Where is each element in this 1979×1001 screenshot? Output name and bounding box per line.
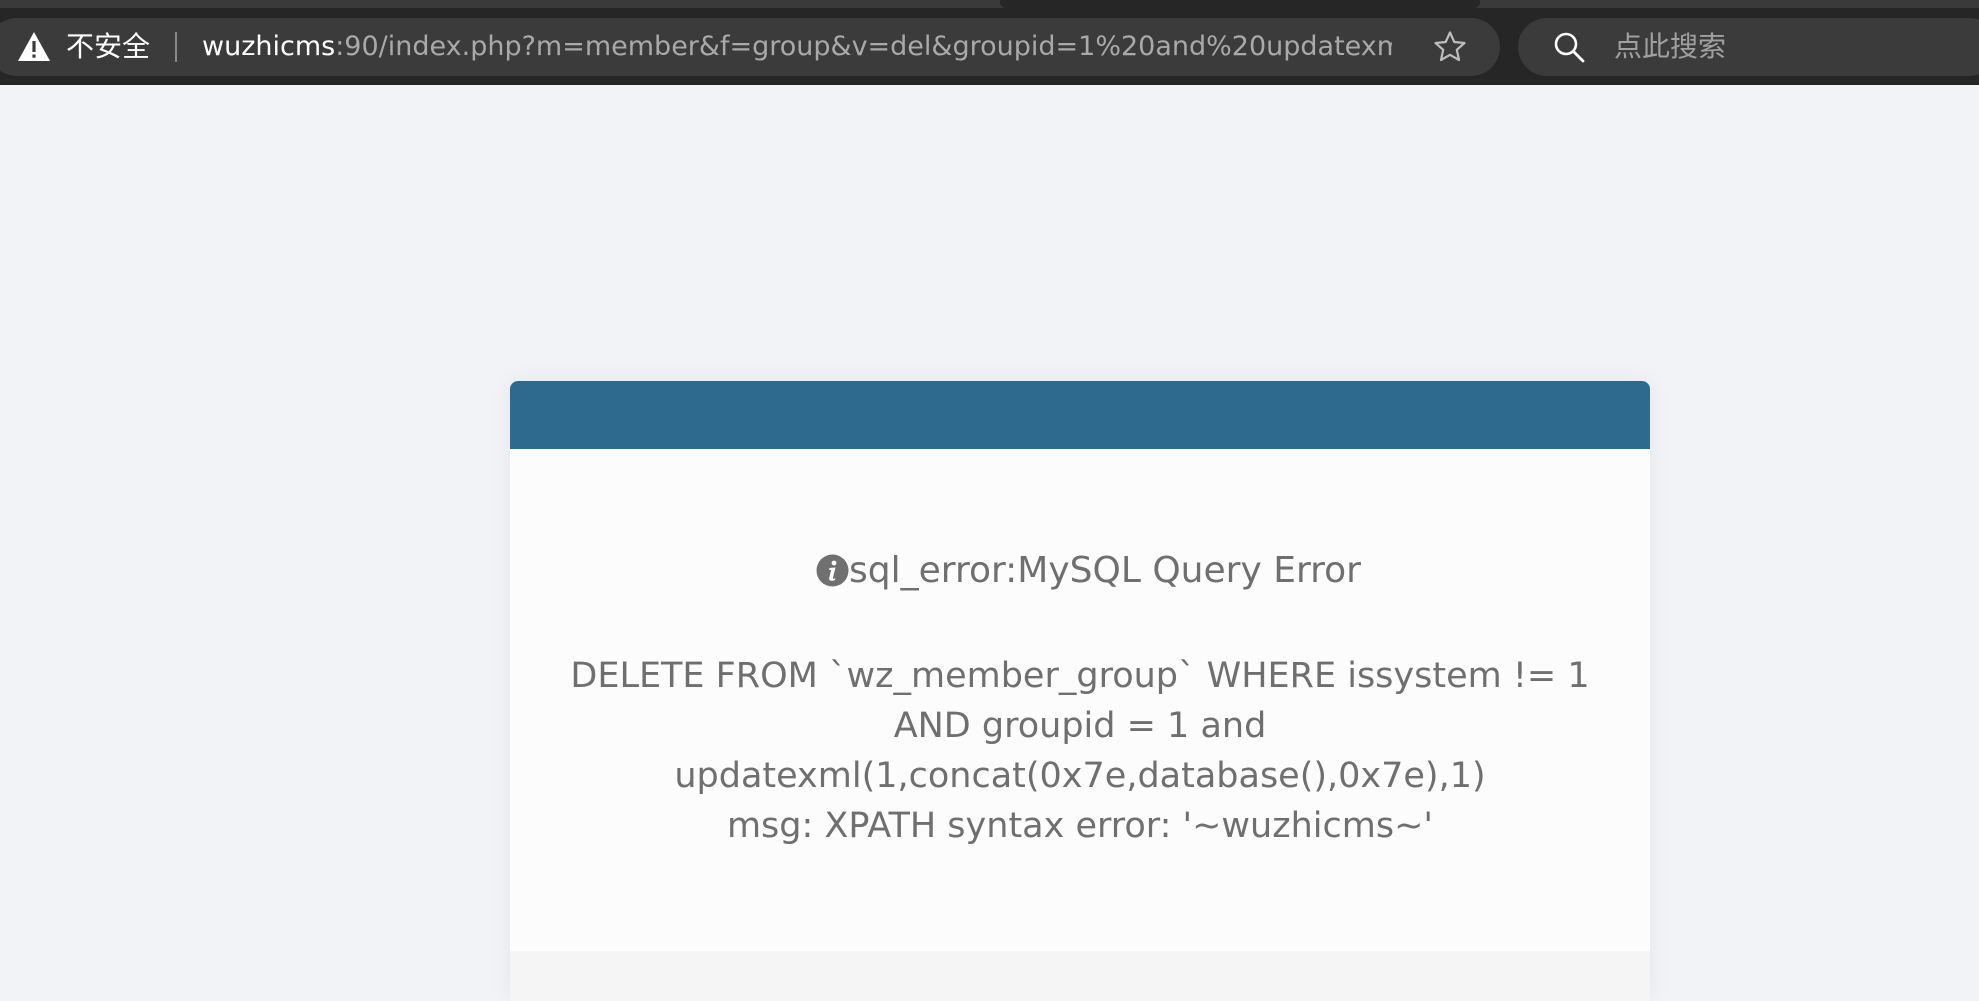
search-icon[interactable] <box>1552 30 1586 64</box>
error-message-card: sql_error:MySQL Query Error DELETE FROM … <box>510 381 1650 1001</box>
url-text[interactable]: wuzhicms:90/index.php?m=member&f=group&v… <box>202 27 1392 67</box>
search-box[interactable] <box>1518 18 1979 76</box>
error-title: sql_error:MySQL Query Error <box>849 550 1361 591</box>
error-line: DELETE FROM `wz_member_group` WHERE issy… <box>570 656 1590 696</box>
warning-icon[interactable] <box>16 29 52 65</box>
tab-strip <box>0 0 1979 8</box>
active-tab[interactable] <box>1000 0 1480 8</box>
card-header <box>510 381 1650 449</box>
error-details: DELETE FROM `wz_member_group` WHERE issy… <box>570 651 1590 851</box>
error-line: AND groupid = 1 and <box>893 706 1267 746</box>
security-status-label[interactable]: 不安全 <box>66 27 150 67</box>
address-separator <box>175 32 177 62</box>
url-host: wuzhicms <box>202 31 336 62</box>
url-path: :90/index.php?m=member&f=group&v=del&gro… <box>335 31 1392 62</box>
search-placeholder[interactable]: 点此搜索 <box>1614 27 1726 67</box>
star-icon[interactable] <box>1432 29 1468 65</box>
card-footer <box>510 951 1650 1001</box>
error-line: updatexml(1,concat(0x7e,database(),0x7e)… <box>674 756 1486 796</box>
browser-toolbar: 不安全 wuzhicms:90/index.php?m=member&f=gro… <box>0 0 1979 85</box>
error-line: msg: XPATH syntax error: '~wuzhicms~' <box>726 806 1434 846</box>
